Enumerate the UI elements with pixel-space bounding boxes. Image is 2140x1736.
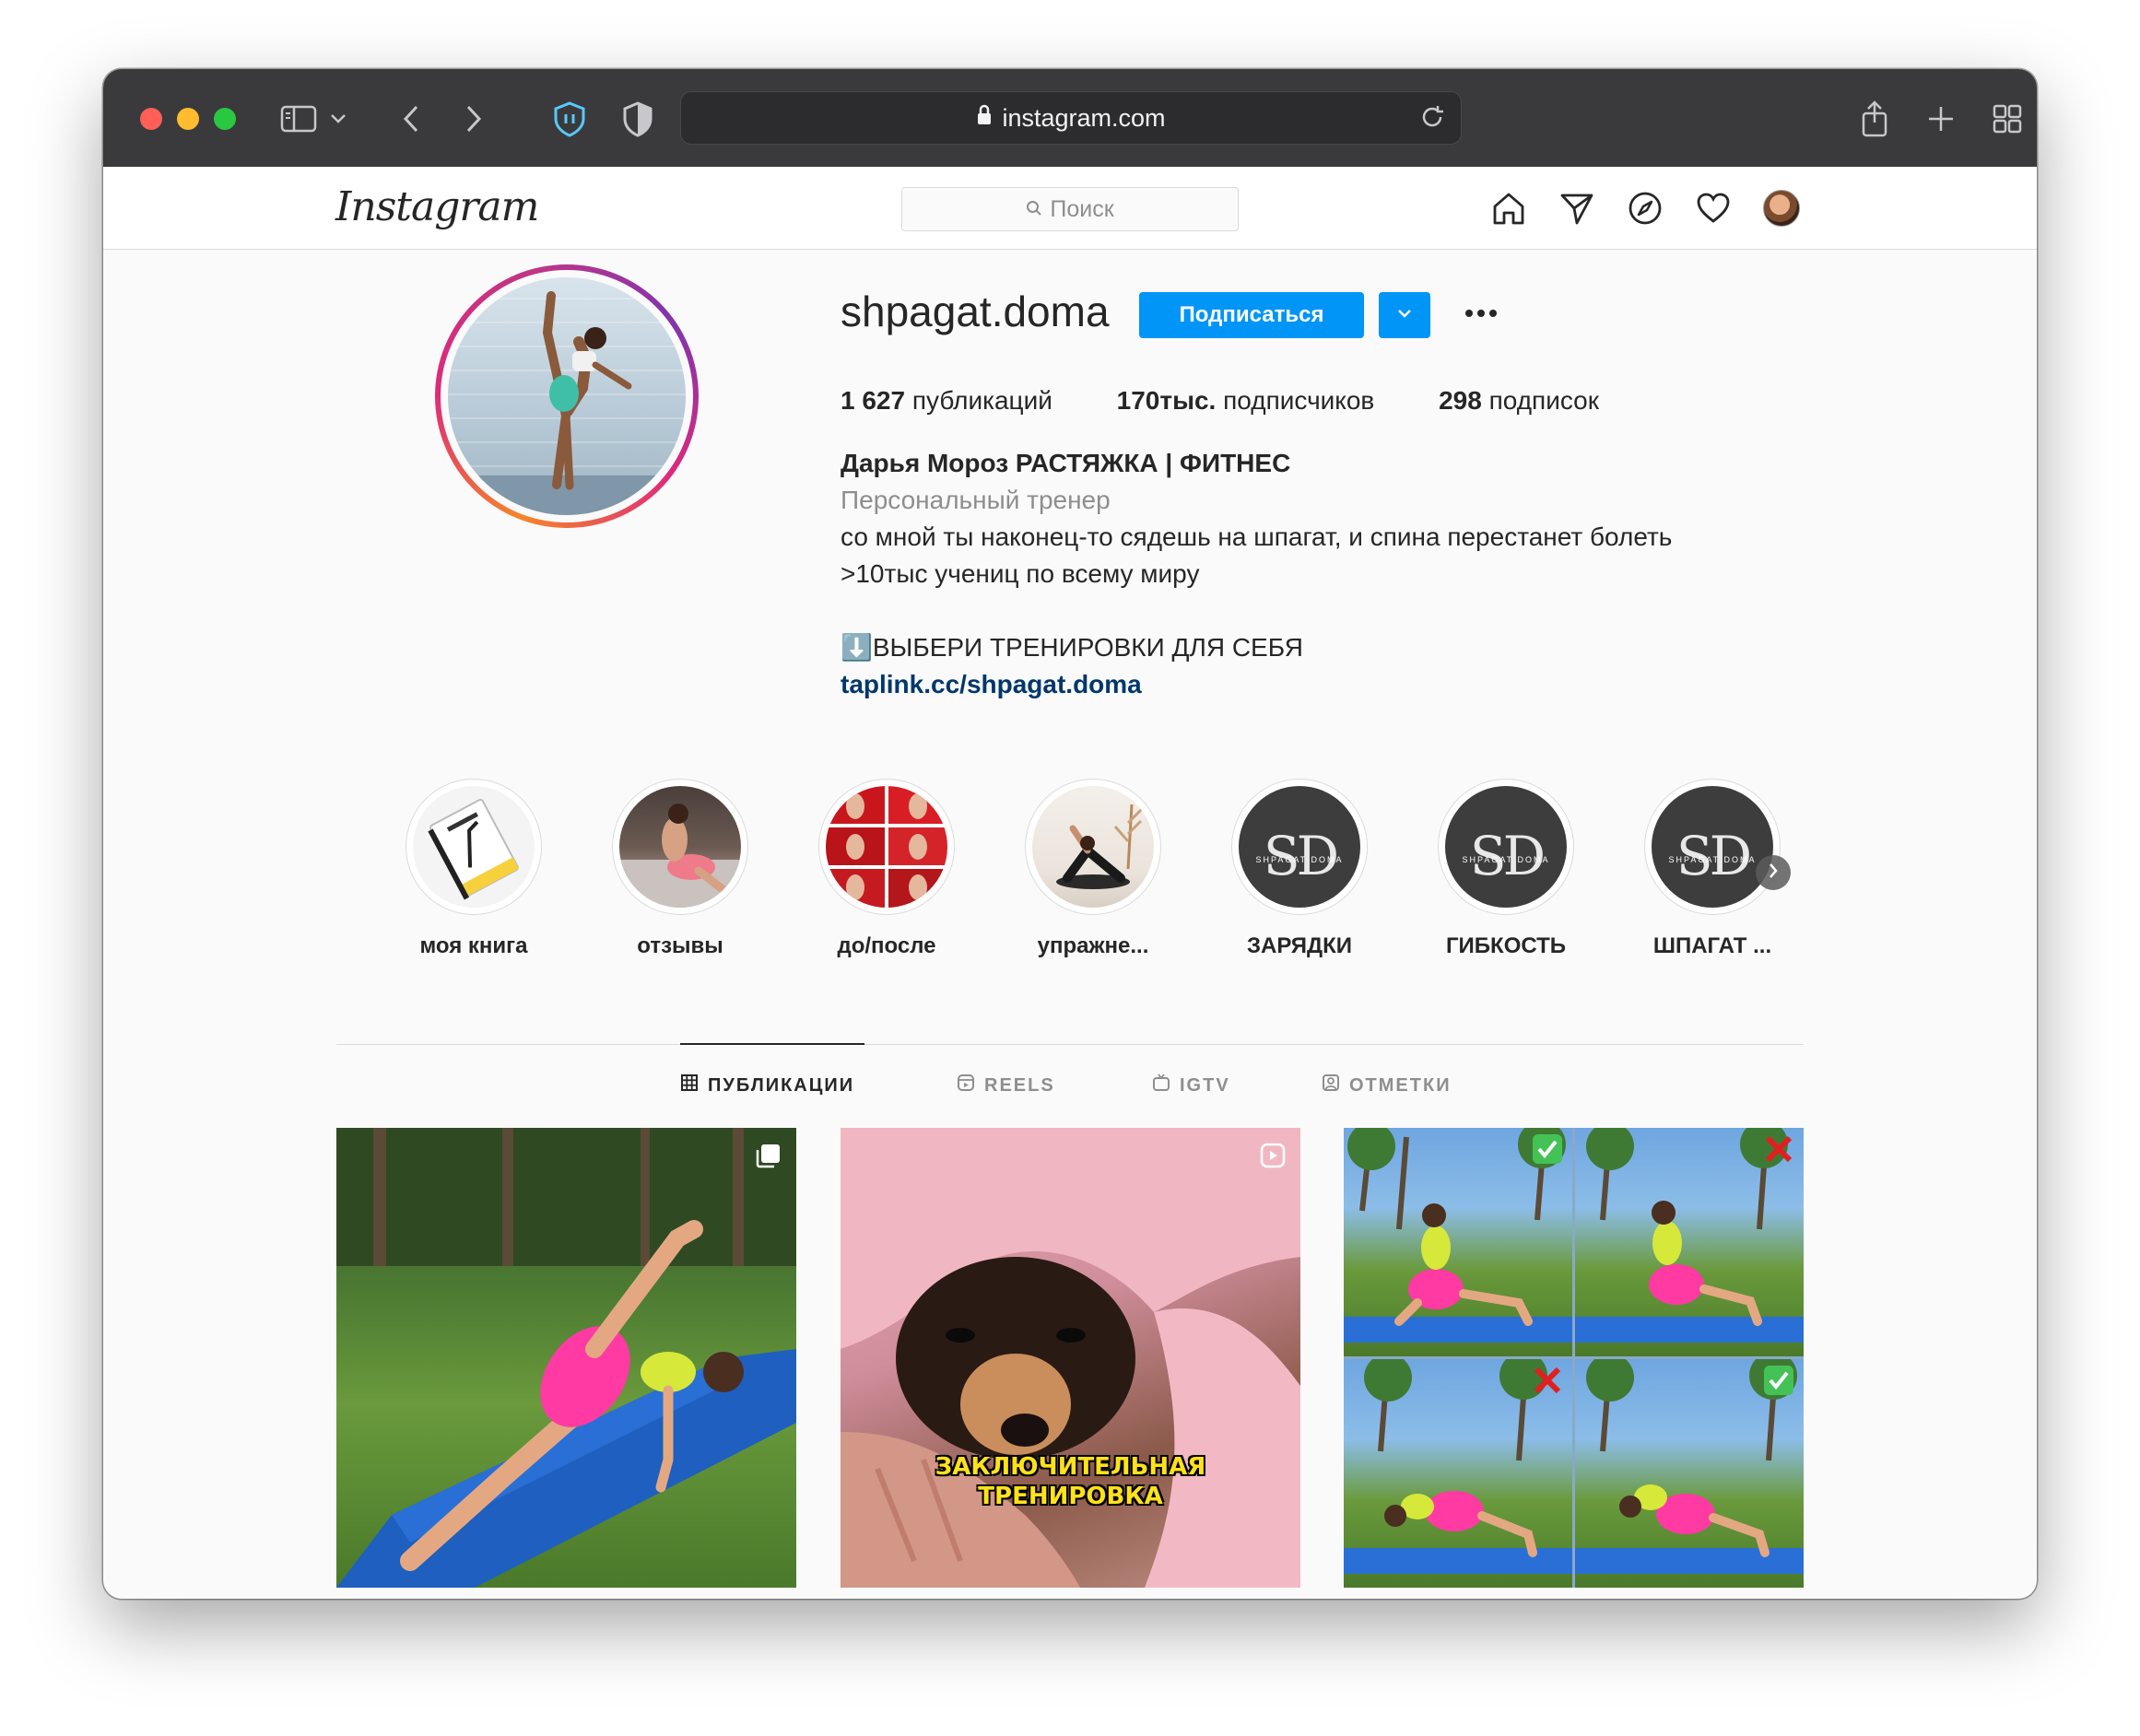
browser-window: instagram.com Instagram Поиск shpagat.do… xyxy=(103,69,2037,1599)
tab-posts[interactable]: ПУБЛИКАЦИИ xyxy=(680,1073,854,1097)
search-icon xyxy=(1026,196,1050,223)
explore-compass-icon[interactable] xyxy=(1624,187,1666,229)
sd-logo-subtext: SHPAGAT DOMA xyxy=(1255,855,1344,864)
post-thumbnail[interactable] xyxy=(1344,1128,1804,1588)
highlight-label: отзывы xyxy=(637,933,723,958)
tab-overview-icon[interactable] xyxy=(1987,99,2028,139)
highlights-next-button[interactable] xyxy=(1756,855,1791,890)
chevron-down-icon xyxy=(1396,307,1413,323)
sidebar-toggle-icon[interactable] xyxy=(278,99,319,139)
share-icon[interactable] xyxy=(1854,99,1895,139)
profile-avatar[interactable] xyxy=(1760,187,1803,229)
post-thumbnail[interactable]: ЗАКЛЮЧИТЕЛЬНАЯ ТРЕНИРОВКА xyxy=(841,1128,1300,1588)
chevron-right-icon xyxy=(1768,862,1779,884)
collage-cell xyxy=(1344,1128,1572,1356)
following-count[interactable]: 298 подписок xyxy=(1439,386,1599,415)
tagged-icon xyxy=(1322,1073,1349,1097)
minimize-window-button[interactable] xyxy=(177,108,199,130)
carousel-icon xyxy=(754,1143,782,1175)
profile-full-name: Дарья Мороз РАСТЯЖКА | ФИТНЕС xyxy=(841,449,1291,477)
highlight-item[interactable]: до/после xyxy=(804,779,970,959)
browser-toolbar: instagram.com xyxy=(103,69,2037,168)
home-icon[interactable] xyxy=(1487,187,1530,229)
forward-icon[interactable] xyxy=(453,99,494,139)
bio-line: со мной ты наконец-то сядешь на шпагат, … xyxy=(841,522,1673,551)
tab-tagged[interactable]: ОТМЕТКИ xyxy=(1322,1073,1452,1097)
profile-website-link[interactable]: taplink.cc/shpagat.doma xyxy=(841,666,1672,703)
activity-heart-icon[interactable] xyxy=(1692,187,1734,229)
highlight-item[interactable]: упражне... xyxy=(1010,779,1176,959)
check-mark-icon xyxy=(1533,1134,1562,1164)
profile-username: shpagat.doma xyxy=(841,287,1110,335)
search-placeholder: Поиск xyxy=(1050,195,1114,222)
highlight-label: упражне... xyxy=(1037,933,1149,958)
highlight-item[interactable]: отзывы xyxy=(597,779,763,959)
highlight-label: моя книга xyxy=(419,933,528,958)
video-clip-icon xyxy=(1260,1143,1286,1173)
posts-count: 1 627 публикаций xyxy=(841,386,1052,415)
post-thumbnail[interactable] xyxy=(336,1128,796,1588)
bio-line: >10тыс учениц по всему миру xyxy=(841,559,1200,588)
search-input[interactable]: Поиск xyxy=(901,187,1239,231)
followers-count[interactable]: 170тыс. подписчиков xyxy=(1117,386,1375,415)
highlight-label: до/после xyxy=(837,933,936,958)
privacy-shield-icon[interactable] xyxy=(617,99,658,139)
reload-icon[interactable] xyxy=(1418,103,1446,137)
active-tab-indicator xyxy=(680,1043,864,1045)
tab-reels[interactable]: REELS xyxy=(957,1073,1055,1097)
back-icon[interactable] xyxy=(391,99,431,139)
direct-messages-icon[interactable] xyxy=(1556,187,1598,229)
chevron-down-icon[interactable] xyxy=(324,99,352,139)
suggested-accounts-button[interactable] xyxy=(1379,292,1430,338)
collage-cell xyxy=(1344,1352,1572,1588)
follow-button[interactable]: Подписаться xyxy=(1139,292,1364,338)
sd-logo-subtext: SHPAGAT DOMA xyxy=(1668,855,1757,864)
sd-logo-subtext: SHPAGAT DOMA xyxy=(1462,855,1550,864)
profile-stats: 1 627 публикаций 170тыс. подписчиков 298… xyxy=(841,386,1656,416)
cross-mark-icon xyxy=(1765,1135,1793,1163)
more-options-icon[interactable] xyxy=(1458,290,1504,336)
instagram-header: Instagram Поиск xyxy=(103,167,2037,250)
profile-picture[interactable] xyxy=(435,264,699,528)
highlight-item[interactable]: SD SHPAGAT DOMA ГИБКОСТЬ xyxy=(1423,779,1589,959)
reels-icon xyxy=(957,1073,984,1097)
grid-icon xyxy=(680,1073,708,1097)
new-tab-icon[interactable] xyxy=(1921,99,1961,139)
url-text: instagram.com xyxy=(1002,103,1166,132)
profile-category: Персональный тренер xyxy=(841,486,1111,514)
post-caption-overlay: ЗАКЛЮЧИТЕЛЬНАЯ ТРЕНИРОВКА xyxy=(935,1453,1206,1510)
highlight-label: ГИБКОСТЬ xyxy=(1445,933,1567,958)
highlight-item[interactable]: SD SHPAGAT DOMA ЗАРЯДКИ xyxy=(1217,779,1382,959)
cross-mark-icon xyxy=(1534,1367,1561,1394)
check-mark-icon xyxy=(1764,1366,1793,1395)
highlight-label: ШПАГАТ ... xyxy=(1652,933,1772,958)
bio-line: ⬇️ВЫБЕРИ ТРЕНИРОВКИ ДЛЯ СЕБЯ xyxy=(841,633,1304,662)
profile-bio: Дарья Мороз РАСТЯЖКА | ФИТНЕС Персональн… xyxy=(841,445,1672,703)
lock-icon xyxy=(976,104,993,133)
zoom-window-button[interactable] xyxy=(214,108,236,130)
tabs-divider xyxy=(336,1044,1804,1045)
tab-igtv[interactable]: IGTV xyxy=(1152,1073,1230,1097)
instagram-logo[interactable]: Instagram xyxy=(335,183,539,230)
address-bar[interactable]: instagram.com xyxy=(680,91,1462,145)
collage-cell xyxy=(1575,1128,1804,1356)
highlight-item[interactable]: моя книга xyxy=(391,779,557,959)
highlight-label: ЗАРЯДКИ xyxy=(1246,933,1353,958)
igtv-icon xyxy=(1152,1073,1180,1097)
close-window-button[interactable] xyxy=(140,108,162,130)
collage-cell xyxy=(1575,1352,1804,1588)
shield-extension-icon[interactable] xyxy=(549,99,590,139)
